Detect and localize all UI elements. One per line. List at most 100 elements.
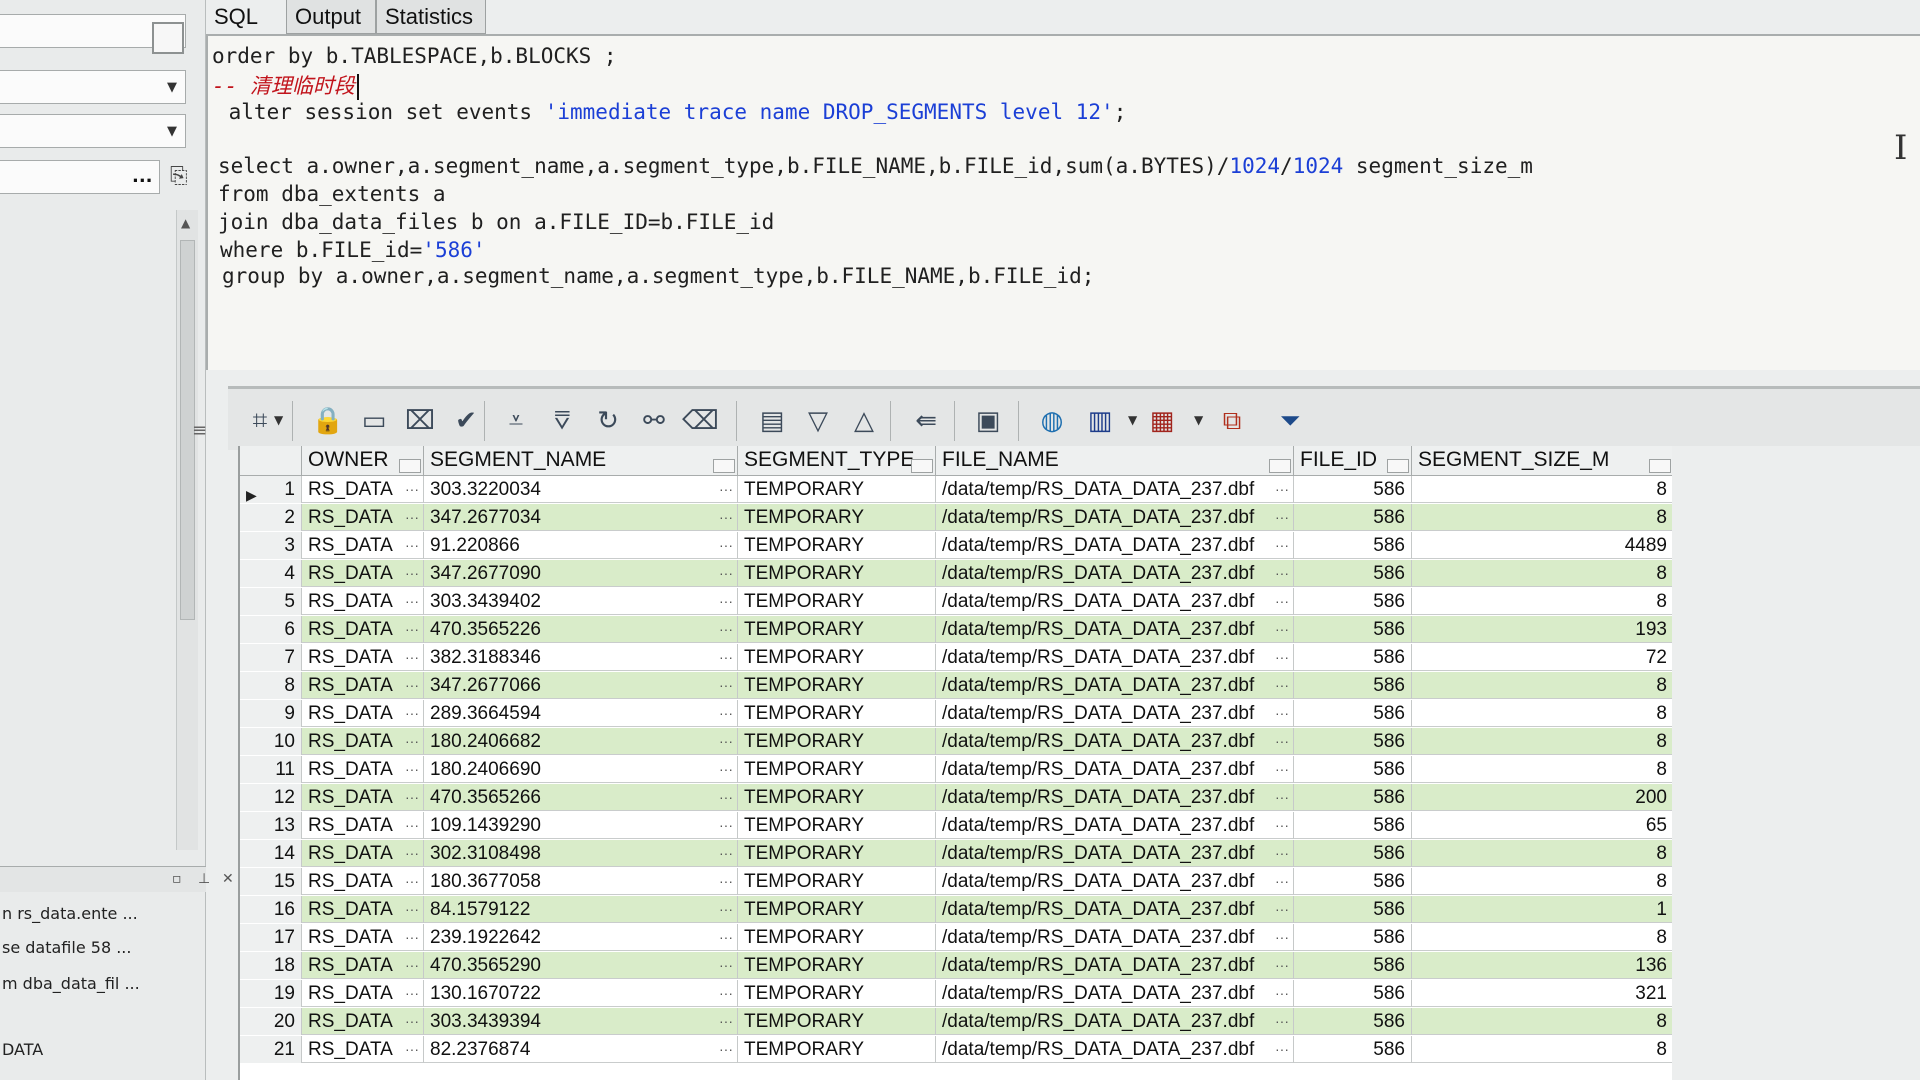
cell-segment-name[interactable]: 91.220866 ···	[424, 532, 738, 559]
cell-more-button[interactable]: ···	[1275, 644, 1289, 671]
cell-owner[interactable]: RS_DATA ···	[302, 504, 424, 531]
cell-segment-name[interactable]: 84.1579122 ···	[424, 896, 738, 923]
cell-more-button[interactable]: ···	[1275, 1036, 1289, 1063]
cell-size[interactable]: 8	[1412, 476, 1672, 503]
cell-more-button[interactable]: ···	[1275, 868, 1289, 895]
cell-file-id[interactable]: 586	[1294, 784, 1412, 811]
cell-more-button[interactable]: ···	[1275, 896, 1289, 923]
cell-segment-name[interactable]: 303.3220034 ···	[424, 476, 738, 503]
cell-more-button[interactable]: ···	[405, 504, 419, 531]
cell-size[interactable]: 8	[1412, 1036, 1672, 1063]
cell-segment-name[interactable]: 109.1439290 ···	[424, 812, 738, 839]
cell-more-button[interactable]: ···	[405, 812, 419, 839]
cell-segment-type[interactable]: TEMPORARY	[738, 1036, 936, 1063]
cell-more-button[interactable]: ···	[719, 504, 733, 531]
code-line[interactable]: group by a.owner,a.segment_name,a.segmen…	[222, 264, 1094, 288]
cell-file-id[interactable]: 586	[1294, 728, 1412, 755]
cell-segment-type[interactable]: TEMPORARY	[738, 504, 936, 531]
row-number[interactable]: 14	[240, 840, 302, 867]
cell-file-name[interactable]: /data/temp/RS_DATA_DATA_237.dbf ···	[936, 868, 1294, 895]
cell-segment-type[interactable]: TEMPORARY	[738, 560, 936, 587]
cell-file-name[interactable]: /data/temp/RS_DATA_DATA_237.dbf ···	[936, 756, 1294, 783]
column-header-segment-name[interactable]: SEGMENT_NAME	[424, 446, 738, 476]
row-number[interactable]: 7	[240, 644, 302, 671]
cell-owner[interactable]: RS_DATA ···	[302, 756, 424, 783]
cell-more-button[interactable]: ···	[405, 756, 419, 783]
code-line[interactable]: order by b.TABLESPACE,b.BLOCKS ;	[212, 44, 617, 68]
cell-more-button[interactable]: ···	[405, 868, 419, 895]
cell-file-name[interactable]: /data/temp/RS_DATA_DATA_237.dbf ···	[936, 476, 1294, 503]
cell-segment-type[interactable]: TEMPORARY	[738, 924, 936, 951]
cell-more-button[interactable]: ···	[1275, 812, 1289, 839]
cell-more-button[interactable]: ···	[719, 1036, 733, 1063]
cell-more-button[interactable]: ···	[719, 644, 733, 671]
cell-file-id[interactable]: 586	[1294, 700, 1412, 727]
restore-icon[interactable]: ▫	[172, 871, 182, 887]
column-header-file-name[interactable]: FILE_NAME	[936, 446, 1294, 476]
cell-more-button[interactable]: ···	[1275, 1008, 1289, 1035]
clear-eraser-icon[interactable]: ⌫	[682, 403, 719, 439]
delete-record-icon[interactable]: ⌧	[402, 403, 438, 439]
cell-segment-name[interactable]: 303.3439394 ···	[424, 1008, 738, 1035]
table-row[interactable]: 4 RS_DATA ··· 347.2677090 ··· TEMPORARY/data/…	[240, 560, 1672, 587]
cell-segment-type[interactable]: TEMPORARY	[738, 700, 936, 727]
table-row[interactable]: 13 RS_DATA ··· 109.1439290 ··· TEMPORARY/data…	[240, 812, 1672, 839]
table-row[interactable]: 6 RS_DATA ··· 470.3565226 ··· TEMPORARY/data/…	[240, 616, 1672, 643]
cell-size[interactable]: 4489	[1412, 532, 1672, 559]
cell-size[interactable]: 8	[1412, 840, 1672, 867]
row-number[interactable]: 17	[240, 924, 302, 951]
cell-segment-name[interactable]: 289.3664594 ···	[424, 700, 738, 727]
cell-file-id[interactable]: 586	[1294, 532, 1412, 559]
cell-more-button[interactable]: ···	[405, 672, 419, 699]
left-owner-dropdown[interactable]: ▼	[0, 114, 186, 148]
column-header-owner[interactable]: OWNER	[302, 446, 424, 476]
cell-segment-name[interactable]: 180.2406682 ···	[424, 728, 738, 755]
table-row[interactable]: 12 RS_DATA ··· 470.3565266 ··· TEMPORARY/data…	[240, 784, 1672, 811]
cell-segment-type[interactable]: TEMPORARY	[738, 588, 936, 615]
dropdown-caret-icon[interactable]: ▼	[1128, 413, 1137, 427]
cell-file-id[interactable]: 586	[1294, 588, 1412, 615]
cell-owner[interactable]: RS_DATA ···	[302, 1008, 424, 1035]
cell-more-button[interactable]: ···	[405, 896, 419, 923]
table-row[interactable]: 19 RS_DATA ··· 130.1670722 ··· TEMPORARY/data…	[240, 980, 1672, 1007]
cell-segment-type[interactable]: TEMPORARY	[738, 476, 936, 503]
cell-segment-name[interactable]: 347.2677034 ···	[424, 504, 738, 531]
cell-more-button[interactable]: ···	[405, 476, 419, 503]
code-line[interactable]: from dba_extents a	[218, 182, 446, 206]
tab-statistics[interactable]: Statistics	[376, 0, 486, 34]
cell-more-button[interactable]: ···	[719, 840, 733, 867]
cell-more-button[interactable]: ···	[719, 532, 733, 559]
column-header-segment-size-m[interactable]: SEGMENT_SIZE_M	[1412, 446, 1672, 476]
cell-file-id[interactable]: 586	[1294, 952, 1412, 979]
left-panel-scrollbar[interactable]: ▲	[176, 210, 198, 850]
cell-file-name[interactable]: /data/temp/RS_DATA_DATA_237.dbf ···	[936, 1036, 1294, 1063]
cell-more-button[interactable]: ···	[1275, 728, 1289, 755]
cell-segment-type[interactable]: TEMPORARY	[738, 532, 936, 559]
cell-owner[interactable]: RS_DATA ···	[302, 532, 424, 559]
cell-more-button[interactable]: ···	[1275, 476, 1289, 503]
cell-size[interactable]: 8	[1412, 672, 1672, 699]
cell-segment-name[interactable]: 303.3439402 ···	[424, 588, 738, 615]
column-sort-button[interactable]	[1387, 459, 1409, 473]
left-object-type-dropdown[interactable]: ▼	[0, 70, 186, 104]
cell-more-button[interactable]: ···	[405, 1036, 419, 1063]
cell-file-name[interactable]: /data/temp/RS_DATA_DATA_237.dbf ···	[936, 504, 1294, 531]
cell-more-button[interactable]: ···	[719, 616, 733, 643]
cell-file-id[interactable]: 586	[1294, 616, 1412, 643]
table-row[interactable]: 14 RS_DATA ··· 302.3108498 ··· TEMPORARY/data…	[240, 840, 1672, 867]
cell-file-id[interactable]: 586	[1294, 840, 1412, 867]
cell-file-id[interactable]: 586	[1294, 896, 1412, 923]
cell-file-name[interactable]: /data/temp/RS_DATA_DATA_237.dbf ···	[936, 924, 1294, 951]
table-row[interactable]: 15 RS_DATA ··· 180.3677058 ··· TEMPORARY/data…	[240, 868, 1672, 895]
cell-file-id[interactable]: 586	[1294, 924, 1412, 951]
cell-more-button[interactable]: ···	[1275, 616, 1289, 643]
cell-more-button[interactable]: ···	[405, 644, 419, 671]
cell-size[interactable]: 8	[1412, 588, 1672, 615]
cell-owner[interactable]: RS_DATA ···	[302, 728, 424, 755]
cell-segment-type[interactable]: TEMPORARY	[738, 672, 936, 699]
left-list-item[interactable]: m dba_data_fil ...	[2, 974, 202, 993]
cell-segment-name[interactable]: 82.2376874 ···	[424, 1036, 738, 1063]
cell-file-name[interactable]: /data/temp/RS_DATA_DATA_237.dbf ···	[936, 1008, 1294, 1035]
cell-file-name[interactable]: /data/temp/RS_DATA_DATA_237.dbf ···	[936, 840, 1294, 867]
cell-file-name[interactable]: /data/temp/RS_DATA_DATA_237.dbf ···	[936, 700, 1294, 727]
